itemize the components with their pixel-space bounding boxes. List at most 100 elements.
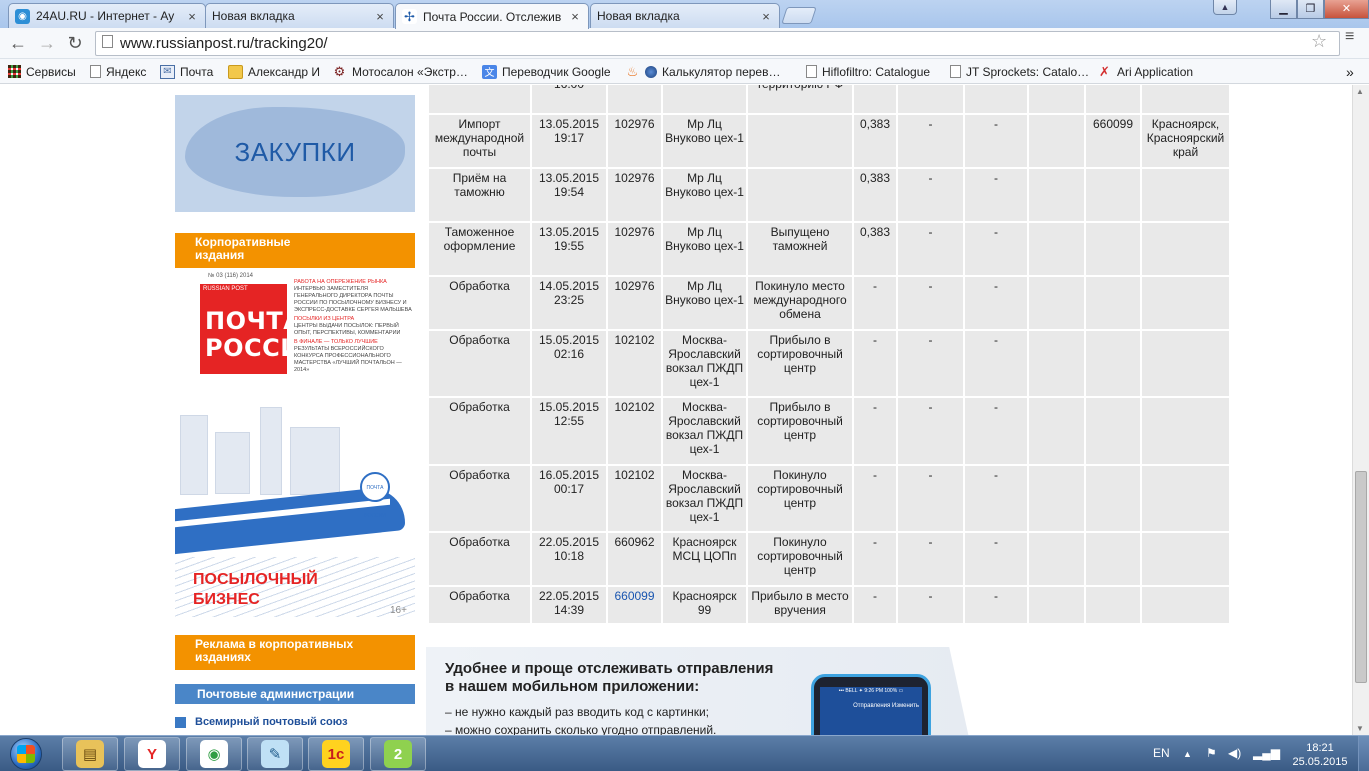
close-icon[interactable]: × <box>185 9 199 24</box>
taskbar-clock[interactable]: 18:21 25.05.2015 <box>1288 741 1352 769</box>
new-tab-button[interactable] <box>781 7 817 24</box>
chrome-menu-button[interactable]: ≡ <box>1345 29 1361 45</box>
taskbar-app-yandex-browser[interactable]: Y <box>124 737 180 771</box>
bookmark-aleksandr[interactable]: Александр И <box>228 63 320 80</box>
caption-line: ПОСЫЛОЧНЫЙ <box>193 571 318 588</box>
place-cell: Мр Лц Внуково цех-1 <box>663 277 746 329</box>
place-cell: Красноярск МСЦ ЦОПп <box>663 533 746 585</box>
event-date: 15.05.2015 <box>538 400 600 414</box>
magazine-text: ЦЕНТРЫ ВЫДАЧИ ПОСЫЛОК: ПЕРВЫЙ ОПЫТ, ПЕРС… <box>294 323 401 336</box>
notepad-icon: ✎ <box>261 740 289 768</box>
recipient-address-cell <box>1142 85 1229 113</box>
weight-cell: - <box>854 331 896 396</box>
recipient-index-cell <box>1086 466 1140 531</box>
declared-value-cell: - <box>898 115 963 167</box>
bookmark-hiflofiltro[interactable]: Hiflofiltro: Catalogue <box>806 63 930 80</box>
magazine-cover[interactable]: № 03 (116) 2014 RUSSIAN POST ПОЧТА РОССИ… <box>193 273 415 393</box>
attribute-cell: Покинуло место международного обмена <box>748 277 852 329</box>
mobile-app-promo[interactable]: Удобнее и проще отслеживать отправления … <box>426 647 971 735</box>
close-window-button[interactable]: ✕ <box>1324 0 1369 19</box>
system-tray: EN ▲ ⚑ ◀) ▂▄▆ 18:21 25.05.2015 <box>1140 736 1369 771</box>
bookmark-services[interactable]: Сервисы <box>8 63 76 80</box>
bookmark-ari-application[interactable]: ✗ Ari Application <box>1097 63 1193 80</box>
translate-icon: 文 <box>482 64 497 79</box>
postal-administrations-header[interactable]: Почтовые администрации <box>175 684 415 704</box>
restore-button[interactable]: ❐ <box>1297 0 1324 19</box>
phone-nav-bar: Отправления Изменить <box>853 703 919 709</box>
volume-icon[interactable]: ◀) <box>1228 746 1241 760</box>
bookmark-star-icon[interactable]: ☆ <box>1311 31 1327 52</box>
tab-24au[interactable]: ◉ 24AU.RU - Интернет - Ау × <box>8 3 206 28</box>
apps-grid-icon <box>8 65 21 78</box>
bookmarks-overflow-button[interactable]: » <box>1346 63 1354 80</box>
event-date: 14.05.2015 <box>538 279 600 293</box>
windows-logo-icon <box>17 745 35 763</box>
taskbar-app-chrome[interactable]: ◉ <box>186 737 242 771</box>
page-scrollbar[interactable]: ▲ ▼ <box>1352 85 1369 735</box>
page-icon <box>950 65 961 78</box>
back-button[interactable]: ← <box>6 32 30 56</box>
24au-icon: ◉ <box>15 8 30 24</box>
bookmark-motosalon[interactable]: ⚙ Мотосалон «Экстр… <box>332 63 468 80</box>
network-icon[interactable]: ▂▄▆ <box>1253 746 1280 760</box>
forward-button[interactable]: → <box>35 32 59 56</box>
address-bar[interactable]: www.russianpost.ru/tracking20/ <box>95 31 1340 56</box>
tracking-row: Обработка 22.05.2015 14:39 660099 Красноярск… <box>429 587 1229 623</box>
tray-expand-icon[interactable]: ▲ <box>1183 749 1192 759</box>
start-button[interactable] <box>2 736 56 771</box>
event-time: 16:00 <box>534 85 604 91</box>
weight-cell: - <box>854 398 896 464</box>
zakupki-banner[interactable]: ЗАКУПКИ <box>175 95 415 212</box>
tracking-row: Обработка 22.05.2015 10:18 660962 Красноярск… <box>429 533 1229 585</box>
scroll-down-arrow-icon[interactable]: ▼ <box>1356 724 1364 733</box>
upu-link[interactable]: Всемирный почтовый союз <box>175 716 348 728</box>
bookmark-translate[interactable]: 文 Переводчик Google <box>482 63 611 80</box>
tab-new-1[interactable]: Новая вкладка × <box>205 3 394 28</box>
user-profile-button[interactable]: ▲ <box>1213 0 1237 15</box>
close-icon[interactable]: × <box>759 9 773 24</box>
recipient-address-cell: Красноярск, Красноярский край <box>1142 115 1229 167</box>
taskbar-app-notepad[interactable]: ✎ <box>247 737 303 771</box>
bookmark-yandex[interactable]: Яндекс <box>90 63 146 80</box>
show-desktop-button[interactable] <box>1358 736 1369 771</box>
operation-cell: Обработка <box>429 277 530 329</box>
bookmark-label: Яндекс <box>106 64 147 79</box>
event-time: 12:55 <box>553 414 585 428</box>
attribute-cell: Прибыло в место вручения <box>748 587 852 623</box>
scroll-up-arrow-icon[interactable]: ▲ <box>1356 87 1364 96</box>
cod-cell: - <box>965 466 1027 531</box>
reload-button[interactable]: ↻ <box>63 32 87 56</box>
bookmark-calculator[interactable]: ♨ Калькулятор перев… <box>625 63 781 80</box>
tab-title: 24AU.RU - Интернет - Ау <box>36 9 175 23</box>
taskbar-app-explorer[interactable]: ▤ <box>62 737 118 771</box>
taskbar-app-1c[interactable]: 1с <box>308 737 364 771</box>
bookmark-label: Ari Application <box>1117 64 1194 79</box>
corporate-publications-header[interactable]: Корпоративные издания <box>175 233 415 268</box>
declared-value-cell: - <box>898 169 963 221</box>
cod-cell: - <box>965 169 1027 221</box>
tab-new-2[interactable]: Новая вкладка × <box>590 3 780 28</box>
postal-index-link[interactable]: 660099 <box>614 589 654 603</box>
index-cell: 660962 <box>608 533 661 585</box>
magazine-text: РЕЗУЛЬТАТЫ ВСЕРОССИЙСКОГО КОНКУРСА ПРОФЕ… <box>294 346 402 373</box>
index-cell: 102102 <box>608 331 661 396</box>
recipient-address-cell <box>1142 587 1229 623</box>
tab-russian-post[interactable]: ✢ Почта России. Отслежив × <box>395 3 589 29</box>
corporate-ads-header[interactable]: Реклама в корпоративных изданиях <box>175 635 415 670</box>
cod-cell: - <box>965 398 1027 464</box>
recipient-address-cell <box>1142 277 1229 329</box>
index-cell: 102102 <box>608 466 661 531</box>
minimize-button[interactable]: ▁ <box>1270 0 1297 19</box>
close-icon[interactable]: × <box>568 9 582 24</box>
place-cell: Москва-Ярославский вокзал ПЖДП цех-1 <box>663 398 746 464</box>
language-indicator[interactable]: EN <box>1153 746 1170 760</box>
bookmark-pochta[interactable]: ✉ Почта <box>160 63 213 80</box>
scrollbar-thumb[interactable] <box>1355 471 1367 683</box>
close-icon[interactable]: × <box>373 9 387 24</box>
declared-value-cell: - <box>898 533 963 585</box>
promo-title-line: в нашем мобильном приложении: <box>445 678 700 695</box>
taskbar-app-1c-2[interactable]: 2 <box>370 737 426 771</box>
bookmark-jt-sprockets[interactable]: JT Sprockets: Catalo… <box>950 63 1089 80</box>
parcel-business-banner[interactable]: ПОЧТА РОССИИ ПОСЫЛОЧНЫЙ БИЗНЕС 16+ <box>175 407 415 629</box>
action-center-icon[interactable]: ⚑ <box>1206 746 1217 760</box>
